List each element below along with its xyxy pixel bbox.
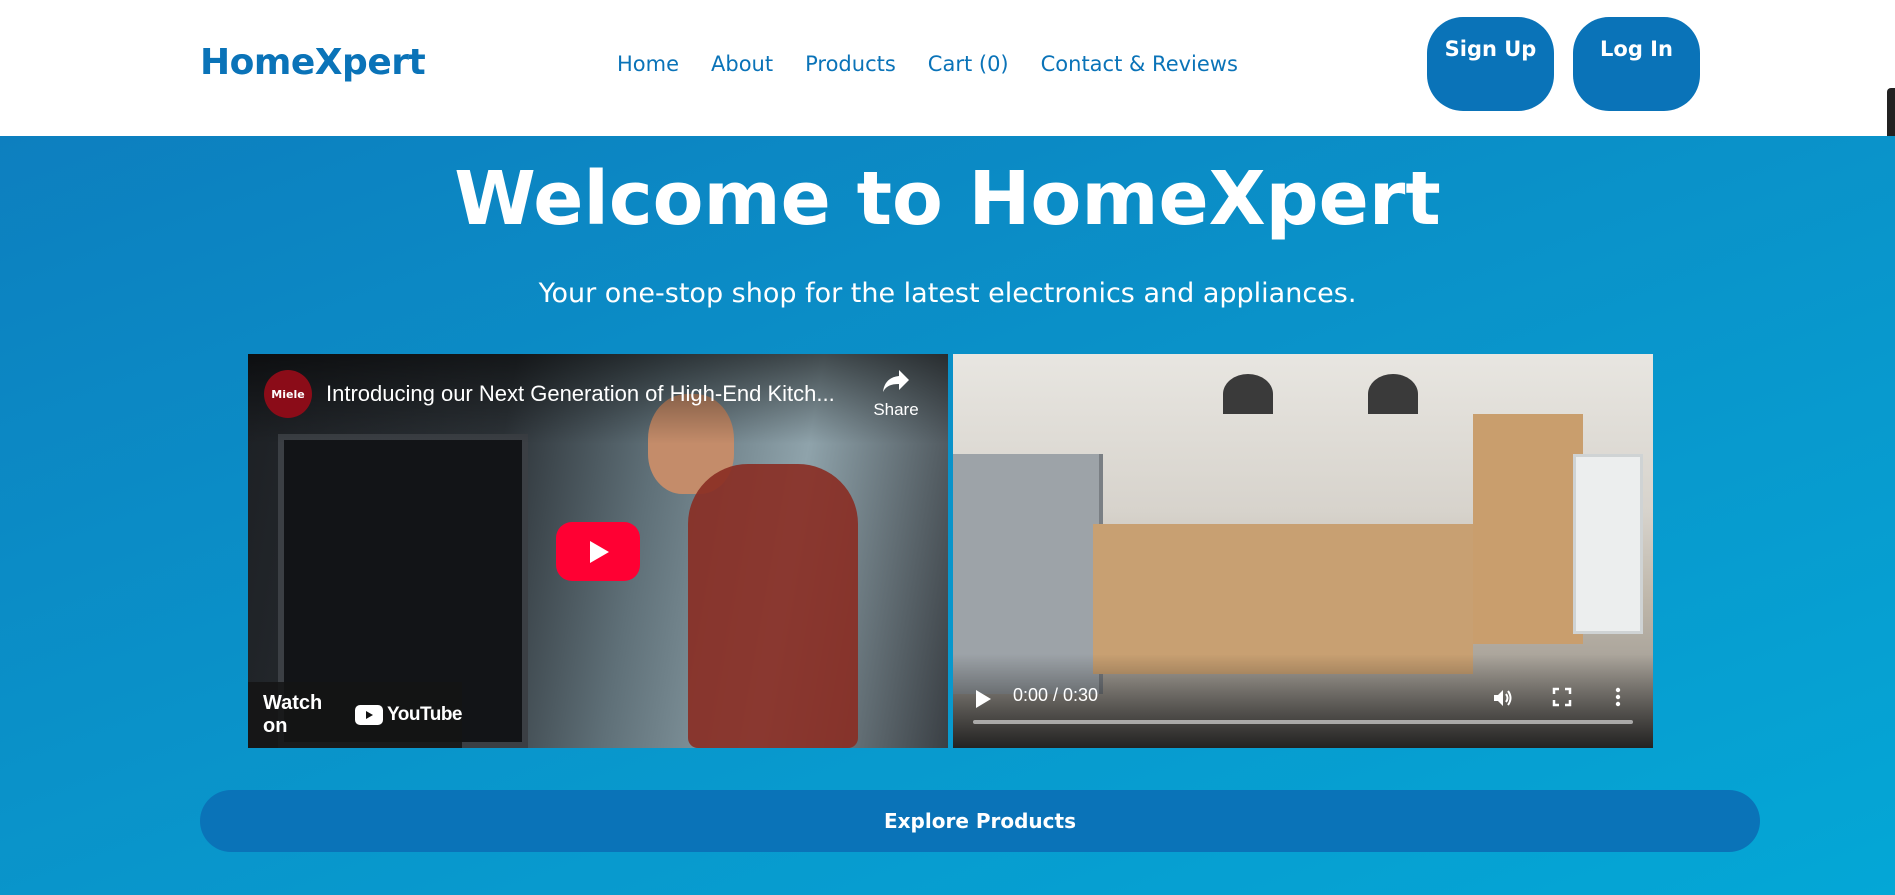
video-frame-lamp xyxy=(1368,374,1418,414)
fullscreen-icon[interactable] xyxy=(1551,686,1573,708)
youtube-play-button[interactable] xyxy=(556,522,640,581)
youtube-embed[interactable]: Miele Introducing our Next Generation of… xyxy=(248,354,948,748)
youtube-share-button[interactable]: Share xyxy=(866,368,926,420)
youtube-logo-icon xyxy=(355,705,384,725)
nav-about[interactable]: About xyxy=(711,52,773,76)
video-frame-cabinet xyxy=(1473,414,1583,644)
hero-section: Welcome to HomeXpert Your one-stop shop … xyxy=(0,136,1895,895)
nav-home[interactable]: Home xyxy=(617,52,679,76)
channel-avatar[interactable]: Miele xyxy=(264,370,312,418)
share-icon xyxy=(883,370,909,392)
hero-subtitle: Your one-stop shop for the latest electr… xyxy=(538,278,1357,309)
nav-products[interactable]: Products xyxy=(805,52,896,76)
volume-icon[interactable] xyxy=(1491,686,1515,710)
play-icon[interactable] xyxy=(973,688,993,710)
main-nav: Home About Products Cart (0) Contact & R… xyxy=(617,52,1238,76)
video-frame-lamp xyxy=(1223,374,1273,414)
video-frame-washer xyxy=(1573,454,1643,634)
watch-on-label: Watch on xyxy=(263,692,323,737)
nav-contact-reviews[interactable]: Contact & Reviews xyxy=(1041,52,1238,76)
site-logo[interactable]: HomeXpert xyxy=(200,42,426,83)
youtube-logo: YouTube xyxy=(355,704,462,726)
youtube-play-icon xyxy=(590,540,609,563)
youtube-logo-text: YouTube xyxy=(387,704,462,725)
nav-cart[interactable]: Cart (0) xyxy=(928,52,1009,76)
watch-on-youtube-button[interactable]: Watch on YouTube xyxy=(248,682,462,748)
hero-title: Welcome to HomeXpert xyxy=(454,156,1441,242)
video-frame-kitchen-island xyxy=(1093,524,1473,674)
product-video-player[interactable]: 0:00 / 0:30 xyxy=(953,354,1653,748)
log-in-button[interactable]: Log In xyxy=(1573,17,1700,111)
video-progress-track[interactable] xyxy=(973,720,1633,724)
video-thumbnail-person xyxy=(688,464,858,748)
youtube-video-title[interactable]: Introducing our Next Generation of High-… xyxy=(326,381,846,407)
sign-up-button[interactable]: Sign Up xyxy=(1427,17,1554,111)
site-header: HomeXpert Home About Products Cart (0) C… xyxy=(0,0,1895,136)
more-options-icon[interactable] xyxy=(1613,686,1623,708)
share-label: Share xyxy=(873,400,919,419)
explore-products-button[interactable]: Explore Products xyxy=(200,790,1760,852)
video-time: 0:00 / 0:30 xyxy=(1013,685,1099,705)
